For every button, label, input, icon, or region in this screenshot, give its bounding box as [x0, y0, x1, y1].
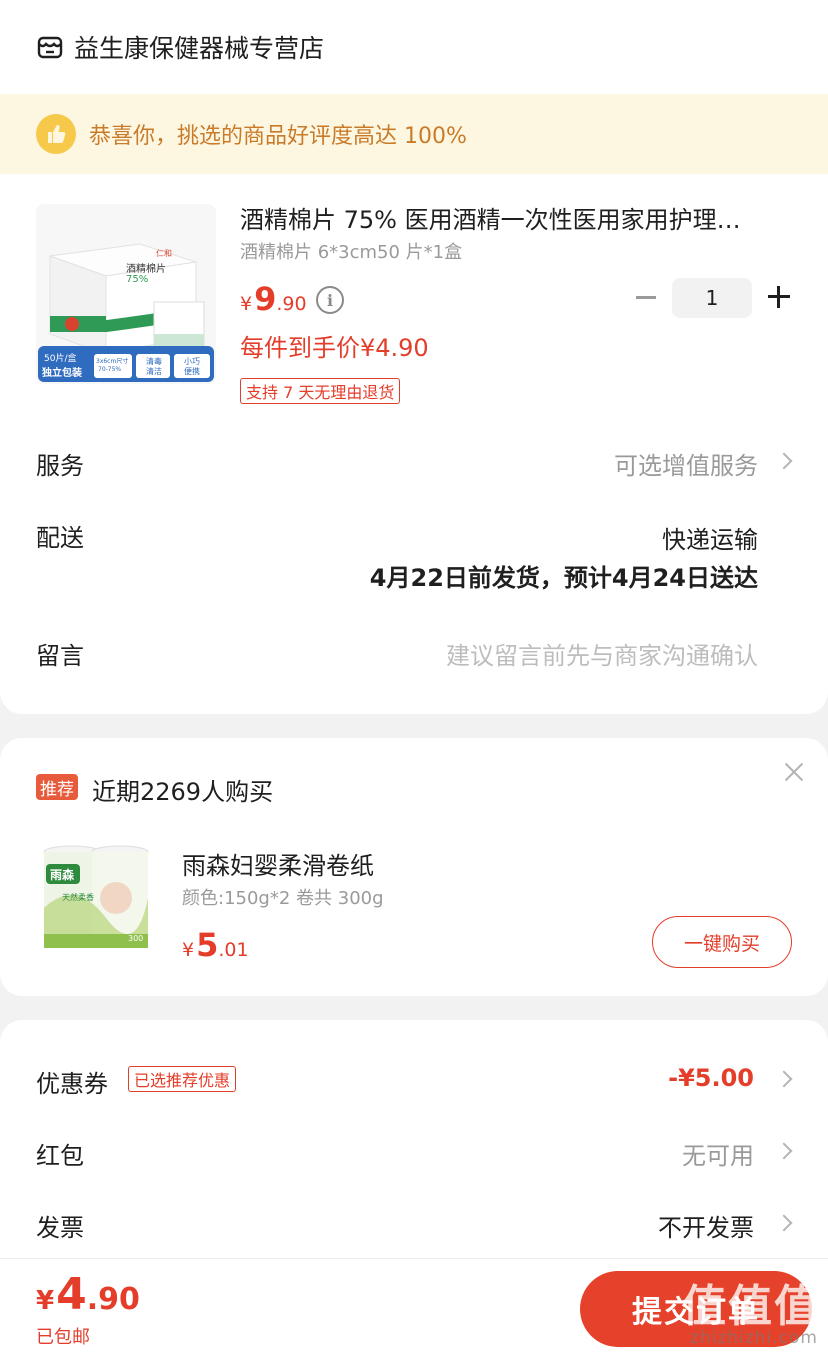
quantity-decrease-button[interactable]: [632, 282, 662, 312]
product-tag-small2: 便携: [184, 367, 200, 376]
product-tag-clean2: 清洁: [146, 367, 162, 376]
product-box-percent: 75%: [126, 274, 149, 285]
redpacket-label: 红包: [36, 1142, 84, 1170]
discounts-card: 优惠券 已选推荐优惠 -¥5.00 红包 无可用 发票 不开发票: [0, 1020, 828, 1280]
recommend-price-decimal: .01: [218, 939, 249, 961]
info-icon[interactable]: i: [316, 286, 344, 314]
thumbs-up-icon: [36, 114, 76, 154]
recommendation-card: 推荐 近期2269人购买 雨森 天然柔香 300 雨森妇婴柔滑卷纸 颜色:150…: [0, 738, 828, 996]
recommend-text: 近期2269人购买: [92, 778, 274, 806]
service-label: 服务: [36, 452, 84, 480]
product-tag-pack2: 独立包装: [42, 368, 82, 379]
recommend-price: ¥ 5 .01: [182, 926, 249, 964]
coupon-value: -¥5.00: [668, 1064, 754, 1092]
invoice-label: 发票: [36, 1214, 84, 1242]
total-decimal: .90: [86, 1282, 140, 1317]
praise-text: 恭喜你，挑选的商品好评度高达 100%: [89, 124, 467, 149]
coupon-label: 优惠券: [36, 1070, 108, 1098]
delivery-label: 配送: [36, 524, 84, 552]
price-currency: ¥: [240, 293, 253, 315]
recommend-image-brand: 雨森: [50, 868, 75, 882]
product-box-label: 酒精棉片: [126, 264, 166, 275]
product-tag-range: 70-75%: [98, 366, 122, 373]
product-spec[interactable]: 酒精棉片 6*3cm50 片*1盒: [240, 238, 462, 264]
quantity-increase-button[interactable]: [764, 282, 794, 312]
one-click-buy-button[interactable]: 一键购买: [652, 916, 792, 968]
invoice-value: 不开发票: [658, 1214, 754, 1242]
quantity-value[interactable]: 1: [672, 278, 752, 318]
product-brand: 仁和: [156, 249, 172, 258]
close-icon[interactable]: [784, 762, 804, 782]
product-tag-size: 3x6cm尺寸: [96, 358, 129, 365]
recommend-price-currency: ¥: [182, 939, 195, 961]
chevron-right-icon: [775, 1142, 793, 1160]
chevron-right-icon: [775, 1214, 793, 1232]
store-name: 益生康保健器械专营店: [74, 34, 325, 63]
message-input[interactable]: 建议留言前先与商家沟通确认: [446, 636, 758, 671]
total-price: ¥ 4 .90: [36, 1269, 140, 1320]
product-price: ¥ 9 .90: [240, 280, 307, 318]
recommend-price-integer: 5: [196, 926, 219, 964]
delivery-method: 快递运输: [662, 526, 758, 554]
total-integer: 4: [56, 1269, 87, 1320]
delivery-time: 4月22日前发货，预计4月24日送达: [369, 564, 758, 592]
recommend-spec: 颜色:150g*2 卷共 300g: [182, 888, 384, 909]
recommend-image-num: 300: [128, 934, 144, 943]
chevron-right-icon: [775, 1070, 793, 1088]
total-currency: ¥: [36, 1286, 55, 1316]
recommend-badge: 推荐: [36, 774, 78, 800]
product-image[interactable]: 酒精棉片 75% 仁和 50片/盒 独立包装 3x6cm尺寸 70-75% 清毒…: [36, 204, 216, 384]
submit-order-button[interactable]: 提交订单: [580, 1271, 812, 1347]
store-header[interactable]: 益生康保健器械专营店: [0, 0, 828, 94]
final-price: 每件到手价¥4.90: [240, 334, 429, 362]
redpacket-value: 无可用: [682, 1142, 754, 1170]
return-policy-badge: 支持 7 天无理由退货: [240, 378, 401, 404]
praise-banner: 恭喜你，挑选的商品好评度高达 100%: [0, 94, 828, 174]
coupon-tag: 已选推荐优惠: [128, 1066, 237, 1092]
message-label: 留言: [36, 642, 84, 670]
recommend-product-image[interactable]: 雨森 天然柔香 300: [36, 838, 156, 958]
store-icon: [37, 36, 63, 59]
free-shipping-note: 已包邮: [36, 1327, 90, 1348]
checkout-bar: ¥ 4 .90 已包邮 提交订单: [0, 1258, 828, 1358]
order-item-card: 酒精棉片 75% 仁和 50片/盒 独立包装 3x6cm尺寸 70-75% 清毒…: [0, 174, 828, 714]
chevron-right-icon: [775, 452, 793, 470]
product-title[interactable]: 酒精棉片 75% 医用酒精一次性医用家用护理…: [240, 200, 785, 235]
recommend-image-sub: 天然柔香: [62, 893, 94, 902]
price-decimal: .90: [276, 293, 307, 315]
recommend-title[interactable]: 雨森妇婴柔滑卷纸: [182, 846, 374, 881]
service-value: 可选增值服务: [614, 452, 758, 480]
product-tag-pack: 50片/盒: [44, 354, 77, 364]
price-integer: 9: [254, 280, 277, 318]
